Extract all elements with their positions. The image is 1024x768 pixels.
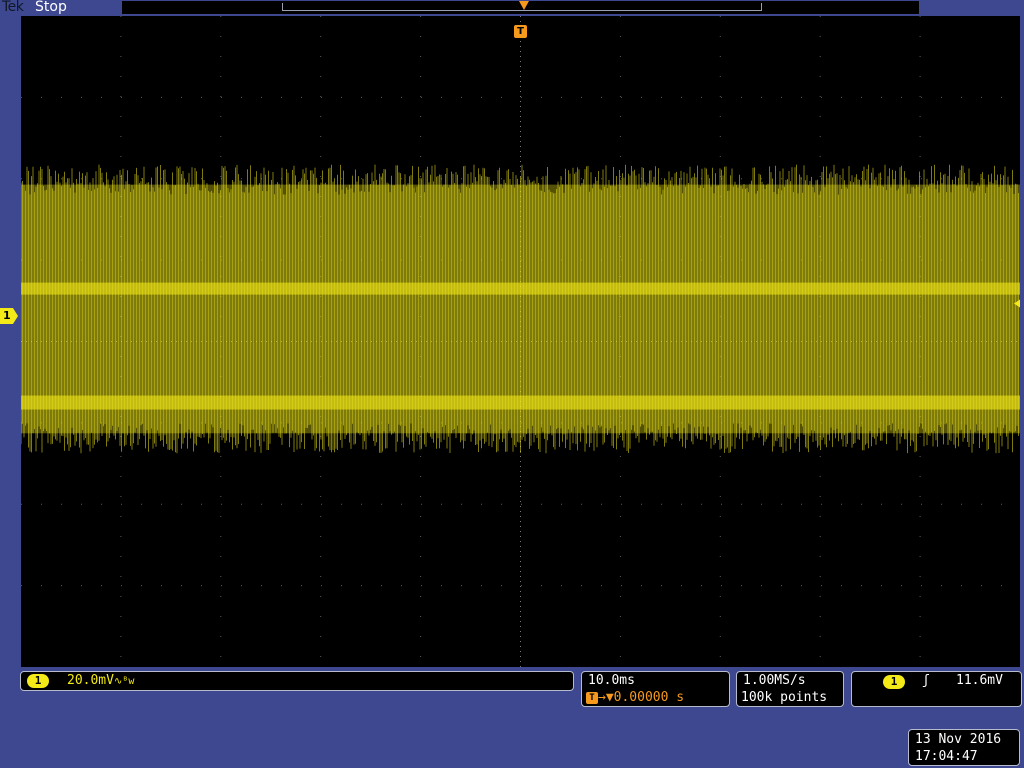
trigger-readout[interactable]: 1 ʃ 11.6mV	[851, 671, 1022, 707]
trigger-position-marker-icon[interactable]: T	[514, 25, 527, 38]
record-view-bar[interactable]	[122, 1, 919, 14]
trigger-position-arrow-icon	[519, 1, 529, 10]
channel1-badge: 1	[27, 674, 49, 688]
trigger-level: 11.6mV	[956, 673, 1003, 688]
delay-arrow-icon: →▼	[598, 690, 614, 705]
run-state-label[interactable]: Stop	[35, 0, 67, 15]
waveform-graticule[interactable]	[21, 16, 1020, 667]
timestamp-readout: 13 Nov 2016 17:04:47	[908, 729, 1020, 766]
trace-dense-band-lower	[21, 395, 1020, 410]
top-status-bar: Tek Stop	[0, 0, 1024, 16]
timebase-readout[interactable]: 10.0ms T →▼0.00000 s	[581, 671, 730, 707]
horizontal-delay: T →▼0.00000 s	[586, 690, 684, 705]
channel1-ground-marker[interactable]: 1	[0, 308, 18, 324]
channel1-vertical-scale: 20.0mV∿ᴮw	[67, 673, 135, 688]
record-length: 100k points	[741, 690, 828, 705]
waveform-svg	[21, 16, 1020, 667]
acquisition-readout[interactable]: 1.00MS/s 100k points	[736, 671, 844, 707]
brand-logo: Tek	[2, 0, 24, 15]
sample-rate: 1.00MS/s	[743, 673, 806, 688]
bandwidth-limit-icon: ∿ᴮw	[113, 676, 135, 687]
trace-dense-band-upper	[21, 282, 1020, 295]
time-label: 17:04:47	[915, 749, 978, 764]
horizontal-scale: 10.0ms	[588, 673, 635, 688]
date-label: 13 Nov 2016	[915, 732, 1002, 747]
rising-edge-icon: ʃ	[922, 673, 930, 688]
trigger-source-badge: 1	[883, 675, 905, 689]
channel1-scale-readout[interactable]: 1 20.0mV∿ᴮw	[20, 671, 574, 691]
trigger-icon: T	[586, 692, 598, 704]
